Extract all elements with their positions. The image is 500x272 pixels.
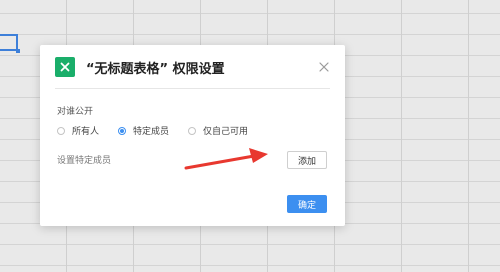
title-divider — [55, 88, 330, 89]
dialog-title: “无标题表格” 权限设置 — [86, 62, 225, 77]
radio-circle — [57, 126, 65, 135]
visibility-radio-group: 所有人 特定成员 仅自己可用 — [57, 124, 267, 137]
selected-cell[interactable] — [0, 34, 20, 53]
radio-specific-members[interactable]: 特定成员 — [118, 124, 169, 137]
radio-only-me[interactable]: 仅自己可用 — [188, 124, 248, 137]
add-member-button[interactable]: 添加 — [287, 151, 327, 169]
visibility-label: 对谁公开 — [57, 107, 94, 117]
permission-dialog: “无标题表格” 权限设置 对谁公开 所有人 特定成员 仅自己可用 设置特定成员 … — [40, 45, 345, 226]
radio-label: 仅自己可用 — [203, 127, 249, 137]
radio-everyone[interactable]: 所有人 — [57, 124, 99, 137]
radio-circle — [188, 126, 197, 135]
confirm-button[interactable]: 确定 — [287, 195, 327, 213]
radio-label: 所有人 — [72, 127, 100, 137]
radio-label: 特定成员 — [133, 127, 170, 137]
specific-members-label: 设置特定成员 — [57, 156, 112, 166]
radio-circle — [118, 126, 127, 135]
spreadsheet-x-icon — [55, 57, 75, 77]
close-icon[interactable] — [317, 59, 331, 73]
